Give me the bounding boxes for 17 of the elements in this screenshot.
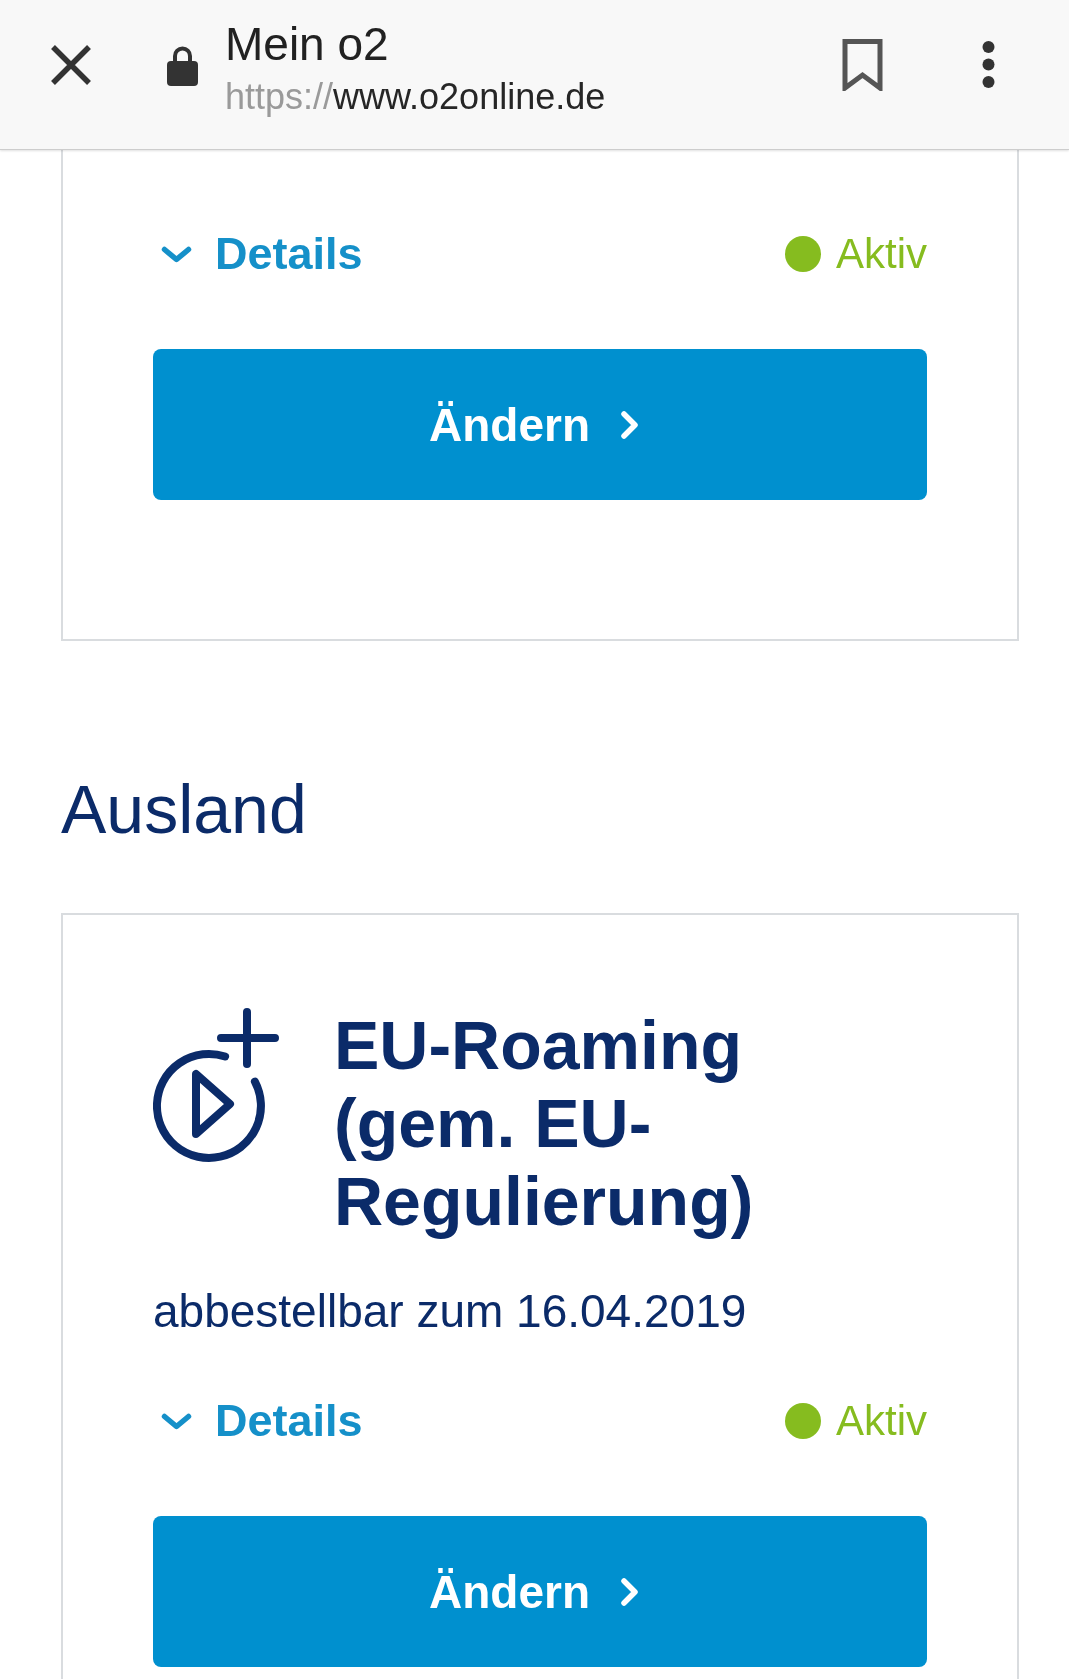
section-heading: Ausland (61, 770, 307, 849)
chevron-right-icon (620, 1576, 639, 1607)
card-title: EU-Roaming (gem. EU-Regulierung) (334, 1006, 755, 1240)
bookmark-icon[interactable] (842, 38, 883, 91)
card-subtitle: abbestellbar zum 16.04.2019 (153, 1284, 747, 1339)
page-url: https://www.o2online.de (225, 75, 606, 119)
status-label: Aktiv (836, 1396, 927, 1446)
close-icon[interactable] (50, 43, 92, 86)
chevron-right-icon (620, 409, 639, 440)
details-link[interactable]: Details (153, 1396, 363, 1446)
play-circle-plus-icon (153, 1006, 281, 1162)
status-label: Aktiv (836, 229, 927, 279)
menu-icon[interactable] (980, 41, 997, 88)
change-button[interactable]: Ändern (153, 349, 927, 500)
change-button[interactable]: Ändern (153, 1516, 927, 1667)
page-title: Mein o2 (225, 19, 389, 69)
details-link[interactable]: Details (153, 229, 363, 279)
